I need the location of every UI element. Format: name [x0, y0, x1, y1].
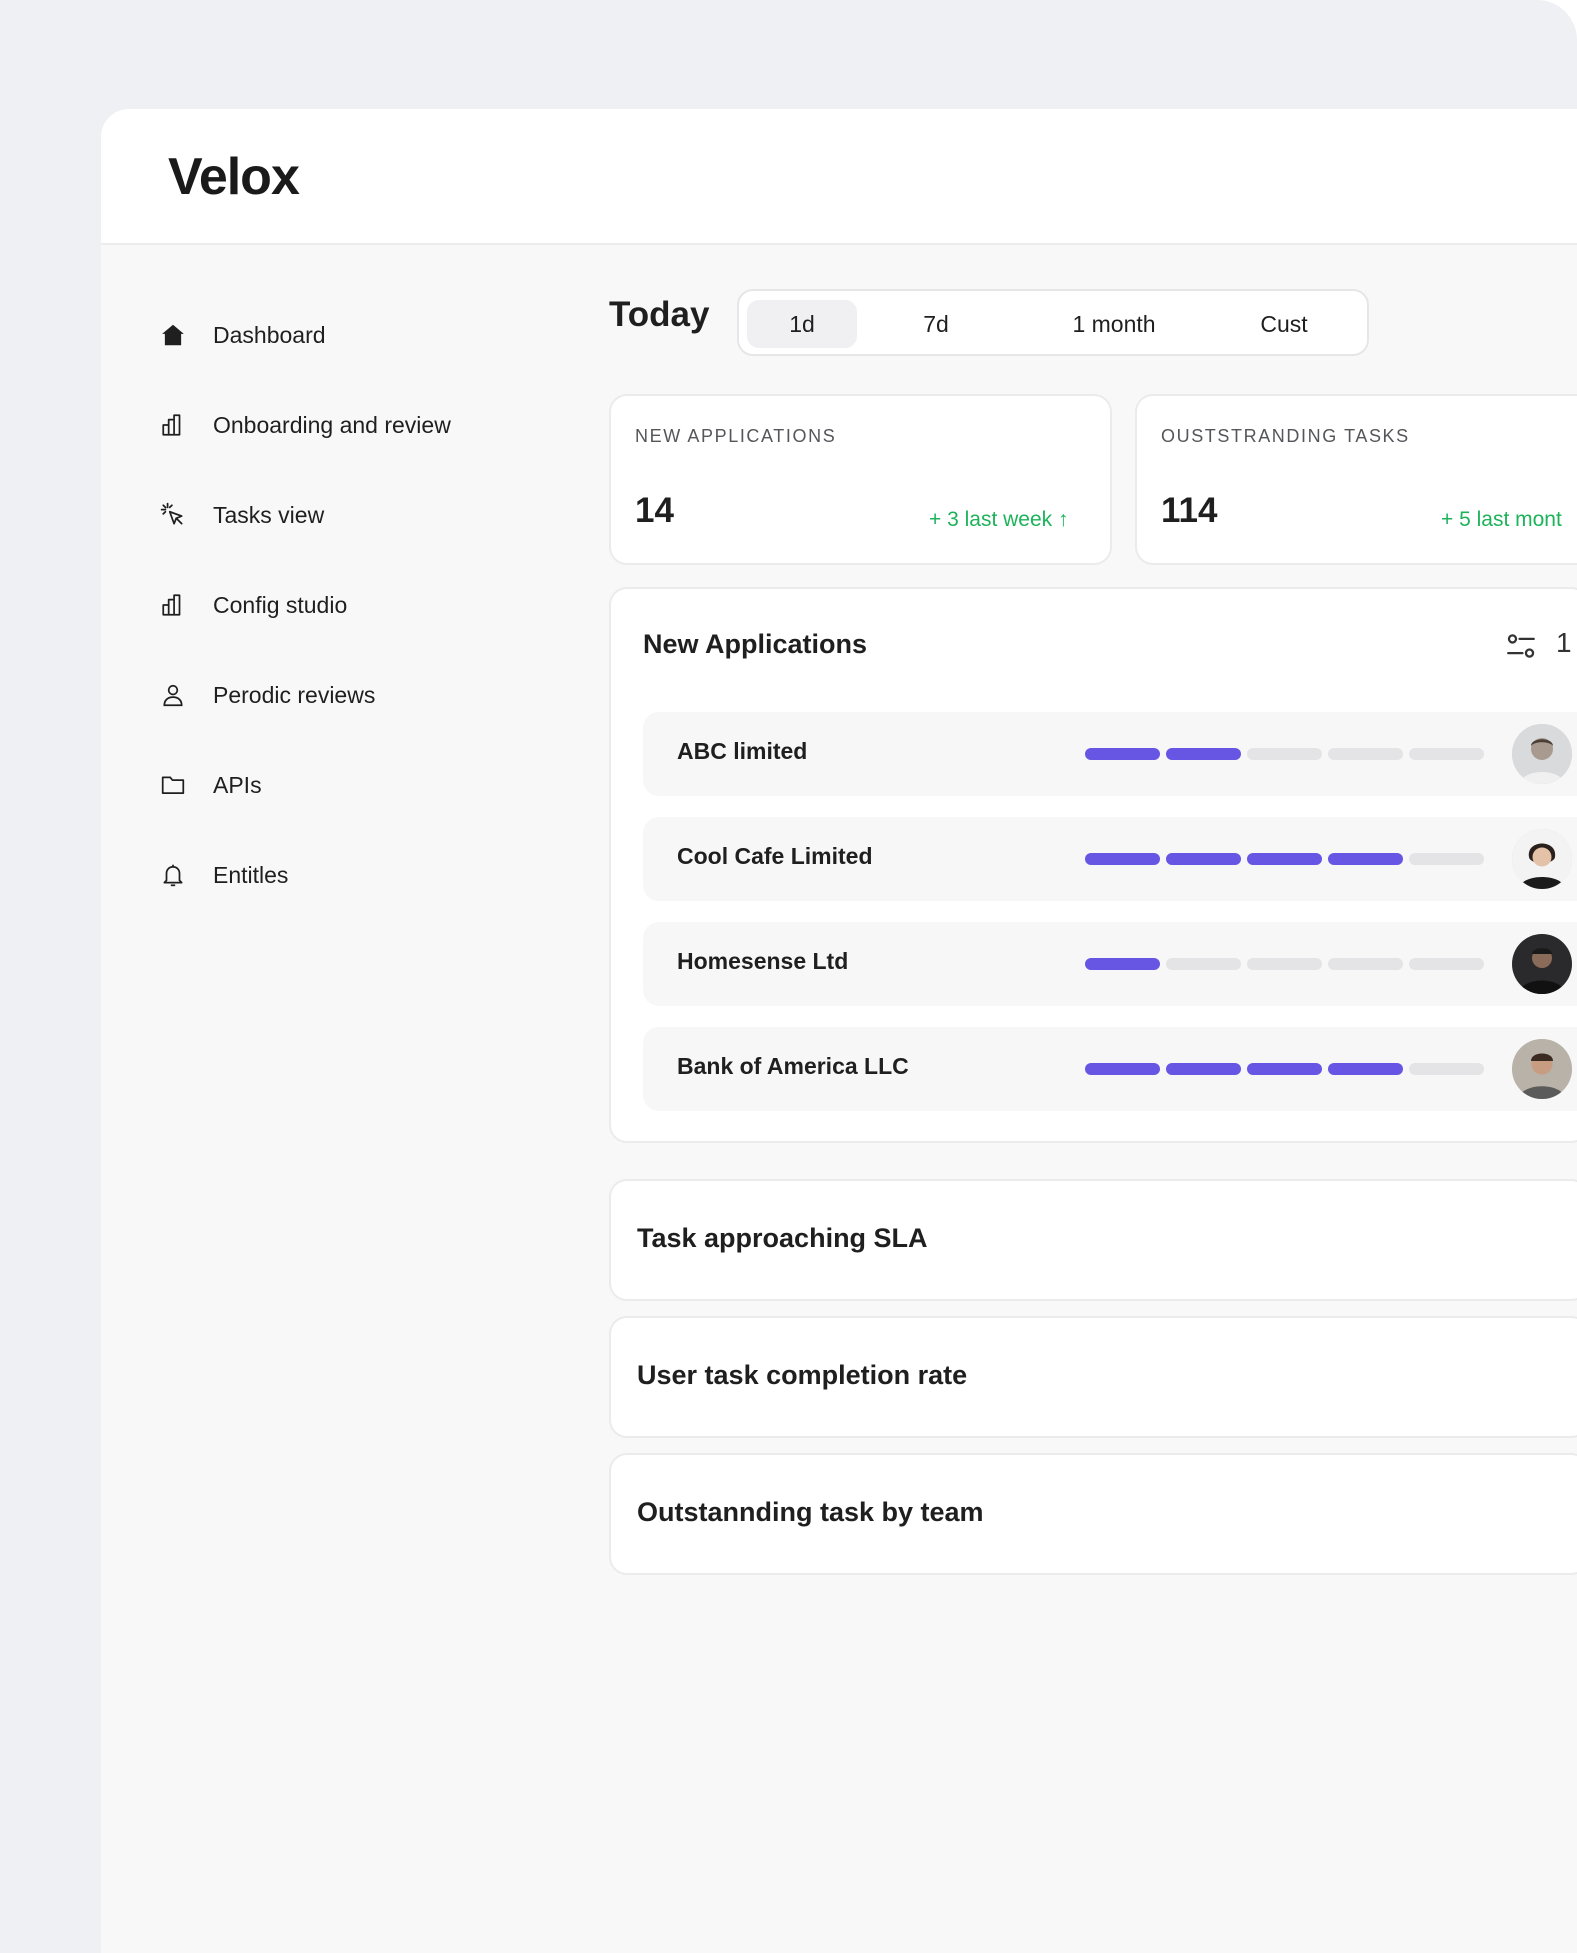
sidebar-item-label: APIs	[213, 771, 262, 798]
user-icon	[158, 680, 188, 710]
sidebar-item-label: Tasks view	[213, 501, 325, 528]
application-name: Cool Cafe Limited	[677, 843, 873, 869]
new-applications-card: New Applications 1 ABC limited Cool Cafe…	[609, 587, 1577, 1143]
page-title: Today	[609, 295, 710, 334]
screen-background: Velox Dashboard Onboarding and review Ta…	[0, 0, 1577, 1953]
range-7d-button[interactable]: 7d	[881, 300, 991, 348]
avatar[interactable]	[1512, 934, 1572, 994]
sidebar-item-label: Config studio	[213, 591, 348, 618]
applications-count: 1	[1556, 627, 1572, 658]
table-row[interactable]: ABC limited	[643, 712, 1577, 796]
sidebar-item-config-studio[interactable]: Config studio	[158, 583, 578, 627]
progress-segment-complete	[1085, 748, 1160, 760]
sidebar-item-periodic-reviews[interactable]: Perodic reviews	[158, 673, 578, 717]
stat-value: 114	[1161, 491, 1218, 530]
sidebar-item-entitles[interactable]: Entitles	[158, 853, 578, 897]
table-row[interactable]: Homesense Ltd	[643, 922, 1577, 1006]
section-title: User task completion rate	[637, 1360, 968, 1390]
progress-segment-pending	[1247, 958, 1322, 970]
bell-icon	[158, 860, 188, 890]
table-row[interactable]: Cool Cafe Limited	[643, 817, 1577, 901]
sidebar-item-onboarding[interactable]: Onboarding and review	[158, 403, 578, 447]
application-name: Bank of America LLC	[677, 1053, 909, 1079]
sidebar-item-label: Dashboard	[213, 321, 326, 348]
filter-icon[interactable]	[1504, 629, 1538, 663]
range-1d-button[interactable]: 1d	[747, 300, 857, 348]
folder-icon	[158, 770, 188, 800]
application-name: Homesense Ltd	[677, 948, 849, 974]
section-title: Outstannding task by team	[637, 1497, 984, 1527]
progress-segment-complete	[1328, 1063, 1403, 1075]
progress-segment-pending	[1328, 958, 1403, 970]
sidebar-item-label: Onboarding and review	[213, 411, 451, 438]
stat-card-new-applications: NEW APPLICATIONS 14 + 3 last week ↑	[609, 394, 1112, 565]
progress-segment-complete	[1166, 748, 1241, 760]
stat-value: 14	[635, 491, 674, 530]
range-1-month-button[interactable]: 1 month	[1029, 300, 1199, 348]
progress-segment-pending	[1409, 1063, 1484, 1075]
progress-bar	[1085, 958, 1484, 970]
progress-segment-complete	[1166, 1063, 1241, 1075]
progress-segment-complete	[1166, 853, 1241, 865]
progress-segment-complete	[1328, 853, 1403, 865]
sidebar-item-label: Entitles	[213, 861, 289, 888]
progress-segment-complete	[1085, 958, 1160, 970]
range-selector: 1d 7d 1 month Cust	[737, 289, 1369, 356]
progress-segment-pending	[1409, 958, 1484, 970]
avatar[interactable]	[1512, 1039, 1572, 1099]
new-applications-title: New Applications	[643, 629, 868, 659]
top-bar: Velox	[101, 109, 1577, 245]
sidebar-item-apis[interactable]: APIs	[158, 763, 578, 807]
progress-segment-pending	[1409, 853, 1484, 865]
avatar[interactable]	[1512, 829, 1572, 889]
progress-bar	[1085, 853, 1484, 865]
sidebar-item-tasks-view[interactable]: Tasks view	[158, 493, 578, 537]
stat-change: + 3 last week ↑	[929, 508, 1069, 531]
progress-segment-pending	[1166, 958, 1241, 970]
sidebar-item-dashboard[interactable]: Dashboard	[158, 313, 578, 357]
range-custom-button[interactable]: Cust	[1219, 300, 1349, 348]
table-row[interactable]: Bank of America LLC	[643, 1027, 1577, 1111]
progress-segment-pending	[1409, 748, 1484, 760]
bar-chart-icon	[158, 590, 188, 620]
progress-segment-pending	[1328, 748, 1403, 760]
task-approaching-sla-card[interactable]: Task approaching SLA	[609, 1179, 1577, 1301]
progress-bar	[1085, 748, 1484, 760]
app-window: Velox Dashboard Onboarding and review Ta…	[101, 109, 1577, 1953]
sidebar-item-label: Perodic reviews	[213, 681, 376, 708]
app-logo[interactable]: Velox	[168, 147, 300, 207]
user-task-completion-rate-card[interactable]: User task completion rate	[609, 1316, 1577, 1438]
application-name: ABC limited	[677, 738, 808, 764]
progress-bar	[1085, 1063, 1484, 1075]
stat-label: NEW APPLICATIONS	[635, 426, 837, 446]
progress-segment-pending	[1247, 748, 1322, 760]
progress-segment-complete	[1247, 1063, 1322, 1075]
avatar[interactable]	[1512, 724, 1572, 784]
progress-segment-complete	[1247, 853, 1322, 865]
stat-card-outstanding-tasks: OUSTSTRANDING TASKS 114 + 5 last mont	[1135, 394, 1577, 565]
stat-label: OUSTSTRANDING TASKS	[1161, 426, 1410, 446]
progress-segment-complete	[1085, 1063, 1160, 1075]
stat-change: + 5 last mont	[1441, 508, 1562, 531]
progress-segment-complete	[1085, 853, 1160, 865]
home-icon	[158, 320, 188, 350]
outstanding-task-by-team-card[interactable]: Outstannding task by team	[609, 1453, 1577, 1575]
bar-chart-icon	[158, 410, 188, 440]
cursor-click-icon	[158, 500, 188, 530]
section-title: Task approaching SLA	[637, 1223, 928, 1253]
